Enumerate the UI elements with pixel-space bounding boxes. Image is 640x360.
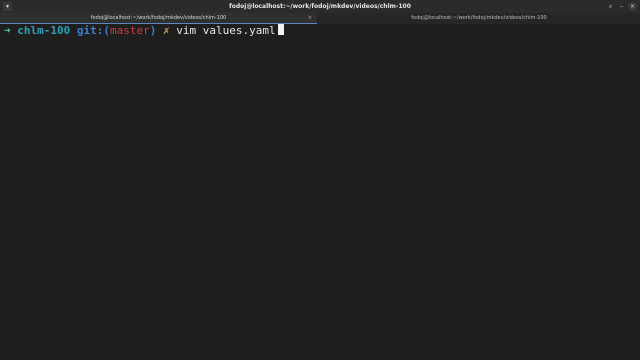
- tab-inactive[interactable]: fodoj@localhost:~/work/fodoj/mkdev/video…: [318, 13, 640, 24]
- git-branch: master: [109, 24, 150, 37]
- command-input[interactable]: vim values.yaml: [176, 24, 275, 37]
- close-icon[interactable]: ×: [628, 2, 637, 11]
- dirty-marker: ✗: [162, 24, 170, 37]
- prompt-arrow: ➜: [4, 24, 11, 37]
- terminal-content[interactable]: ➜ chlm-100 git:(master) ✗ vim values.yam…: [0, 24, 640, 360]
- window-title: fodoj@localhost:~/work/fodoj/mkdev/video…: [229, 3, 411, 10]
- minimize-icon[interactable]: –: [617, 2, 626, 11]
- git-prefix: git:(: [76, 24, 110, 37]
- tab-active[interactable]: fodoj@localhost:~/work/fodoj/mkdev/video…: [0, 13, 317, 24]
- git-suffix: ): [149, 24, 157, 37]
- title-bar: ▾ fodoj@localhost:~/work/fodoj/mkdev/vid…: [0, 0, 640, 13]
- tab-label: fodoj@localhost:~/work/fodoj/mkdev/video…: [411, 15, 547, 21]
- current-directory: chlm-100: [17, 24, 71, 37]
- tab-label: fodoj@localhost:~/work/fodoj/mkdev/video…: [90, 15, 227, 21]
- prompt-line: ➜ chlm-100 git:(master) ✗ vim values.yam…: [4, 24, 284, 38]
- tab-bar: fodoj@localhost:~/work/fodoj/mkdev/video…: [0, 13, 640, 24]
- text-cursor: [277, 24, 284, 35]
- search-icon[interactable]: ⌕: [606, 2, 615, 11]
- terminal-window: ▾ fodoj@localhost:~/work/fodoj/mkdev/vid…: [0, 0, 640, 360]
